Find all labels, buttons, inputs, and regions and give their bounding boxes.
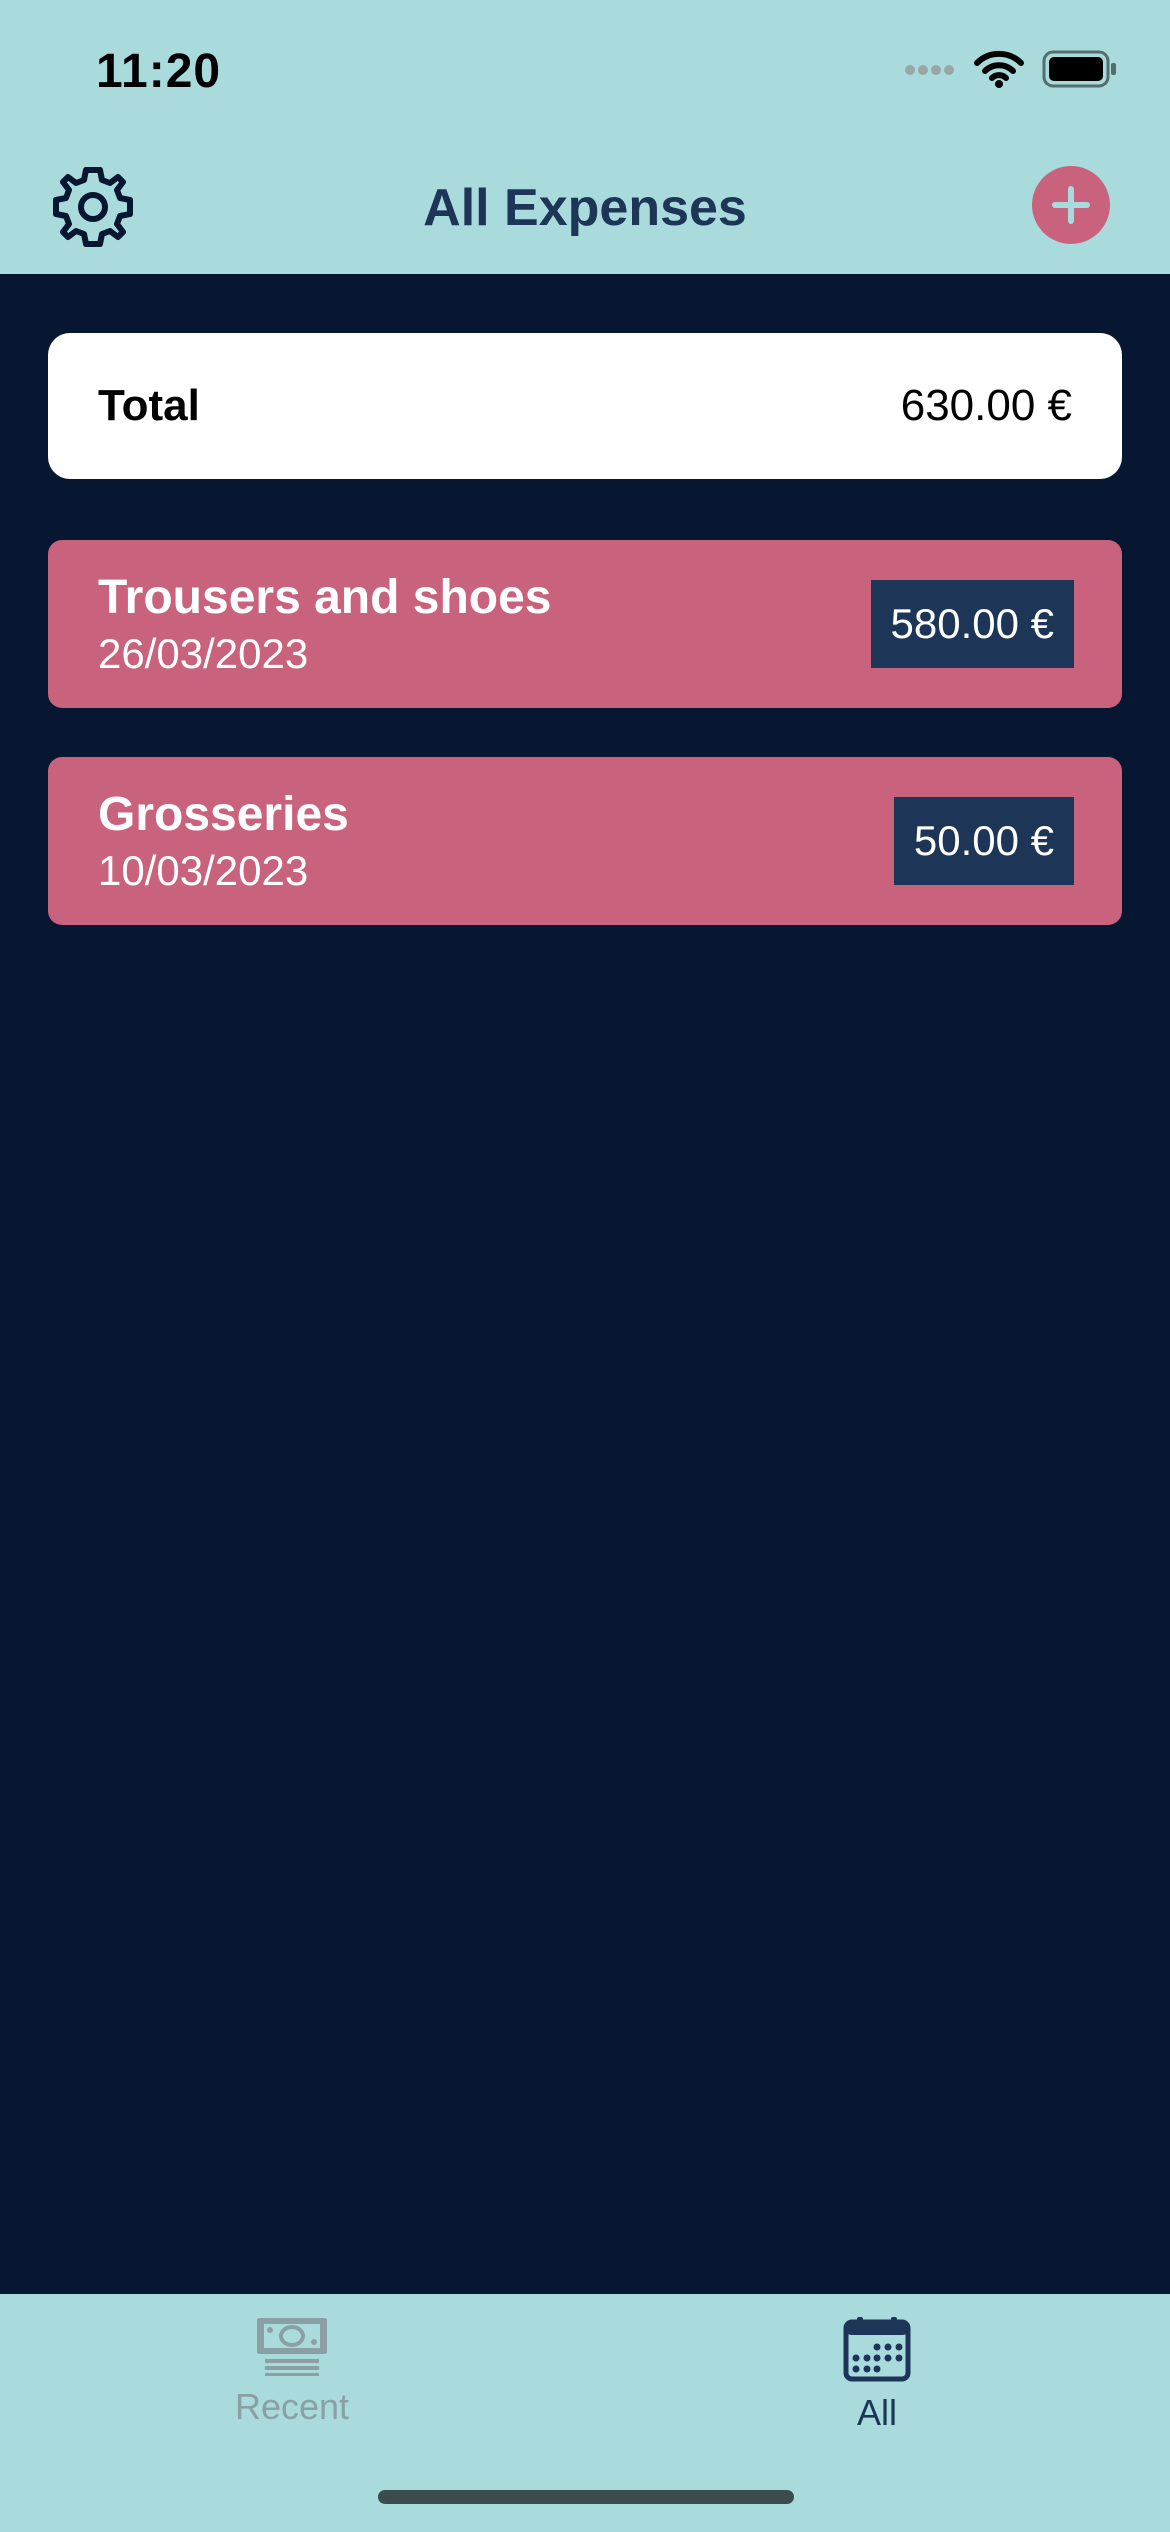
expense-item[interactable]: Grosseries 10/03/2023 50.00 €: [48, 757, 1122, 925]
total-value: 630.00 €: [900, 381, 1072, 430]
home-indicator: [378, 2490, 794, 2504]
expense-date: 26/03/2023: [98, 630, 309, 677]
money-bills-icon: [257, 2318, 327, 2376]
tab-label: All: [856, 2392, 897, 2433]
expense-date: 10/03/2023: [98, 847, 309, 894]
battery-icon: [1042, 50, 1116, 88]
expense-amount: 580.00 €: [870, 580, 1074, 668]
expense-description: Grosseries: [98, 788, 349, 841]
expense-amount: 50.00 €: [893, 797, 1074, 885]
status-icons: [904, 50, 1118, 88]
total-label: Total: [98, 381, 200, 430]
expense-item[interactable]: Trousers and shoes 26/03/2023 580.00 €: [48, 540, 1122, 708]
status-time: 11:20: [96, 45, 222, 98]
plus-icon: [1052, 186, 1090, 224]
tab-recent[interactable]: Recent: [142, 2316, 442, 2456]
signal-icon: [905, 65, 954, 75]
header-bar: All Expenses: [0, 140, 1170, 274]
expense-description: Trousers and shoes: [98, 571, 552, 624]
wifi-icon: [974, 50, 1024, 88]
page-title: All Expenses: [423, 179, 747, 237]
total-summary-card: Total 630.00 €: [48, 333, 1122, 479]
status-bar: 11:20: [0, 0, 1170, 140]
tab-label: Recent: [234, 2386, 350, 2427]
calendar-icon: [843, 2317, 911, 2382]
tab-all[interactable]: All: [727, 2316, 1027, 2456]
add-expense-button[interactable]: [1032, 166, 1110, 244]
